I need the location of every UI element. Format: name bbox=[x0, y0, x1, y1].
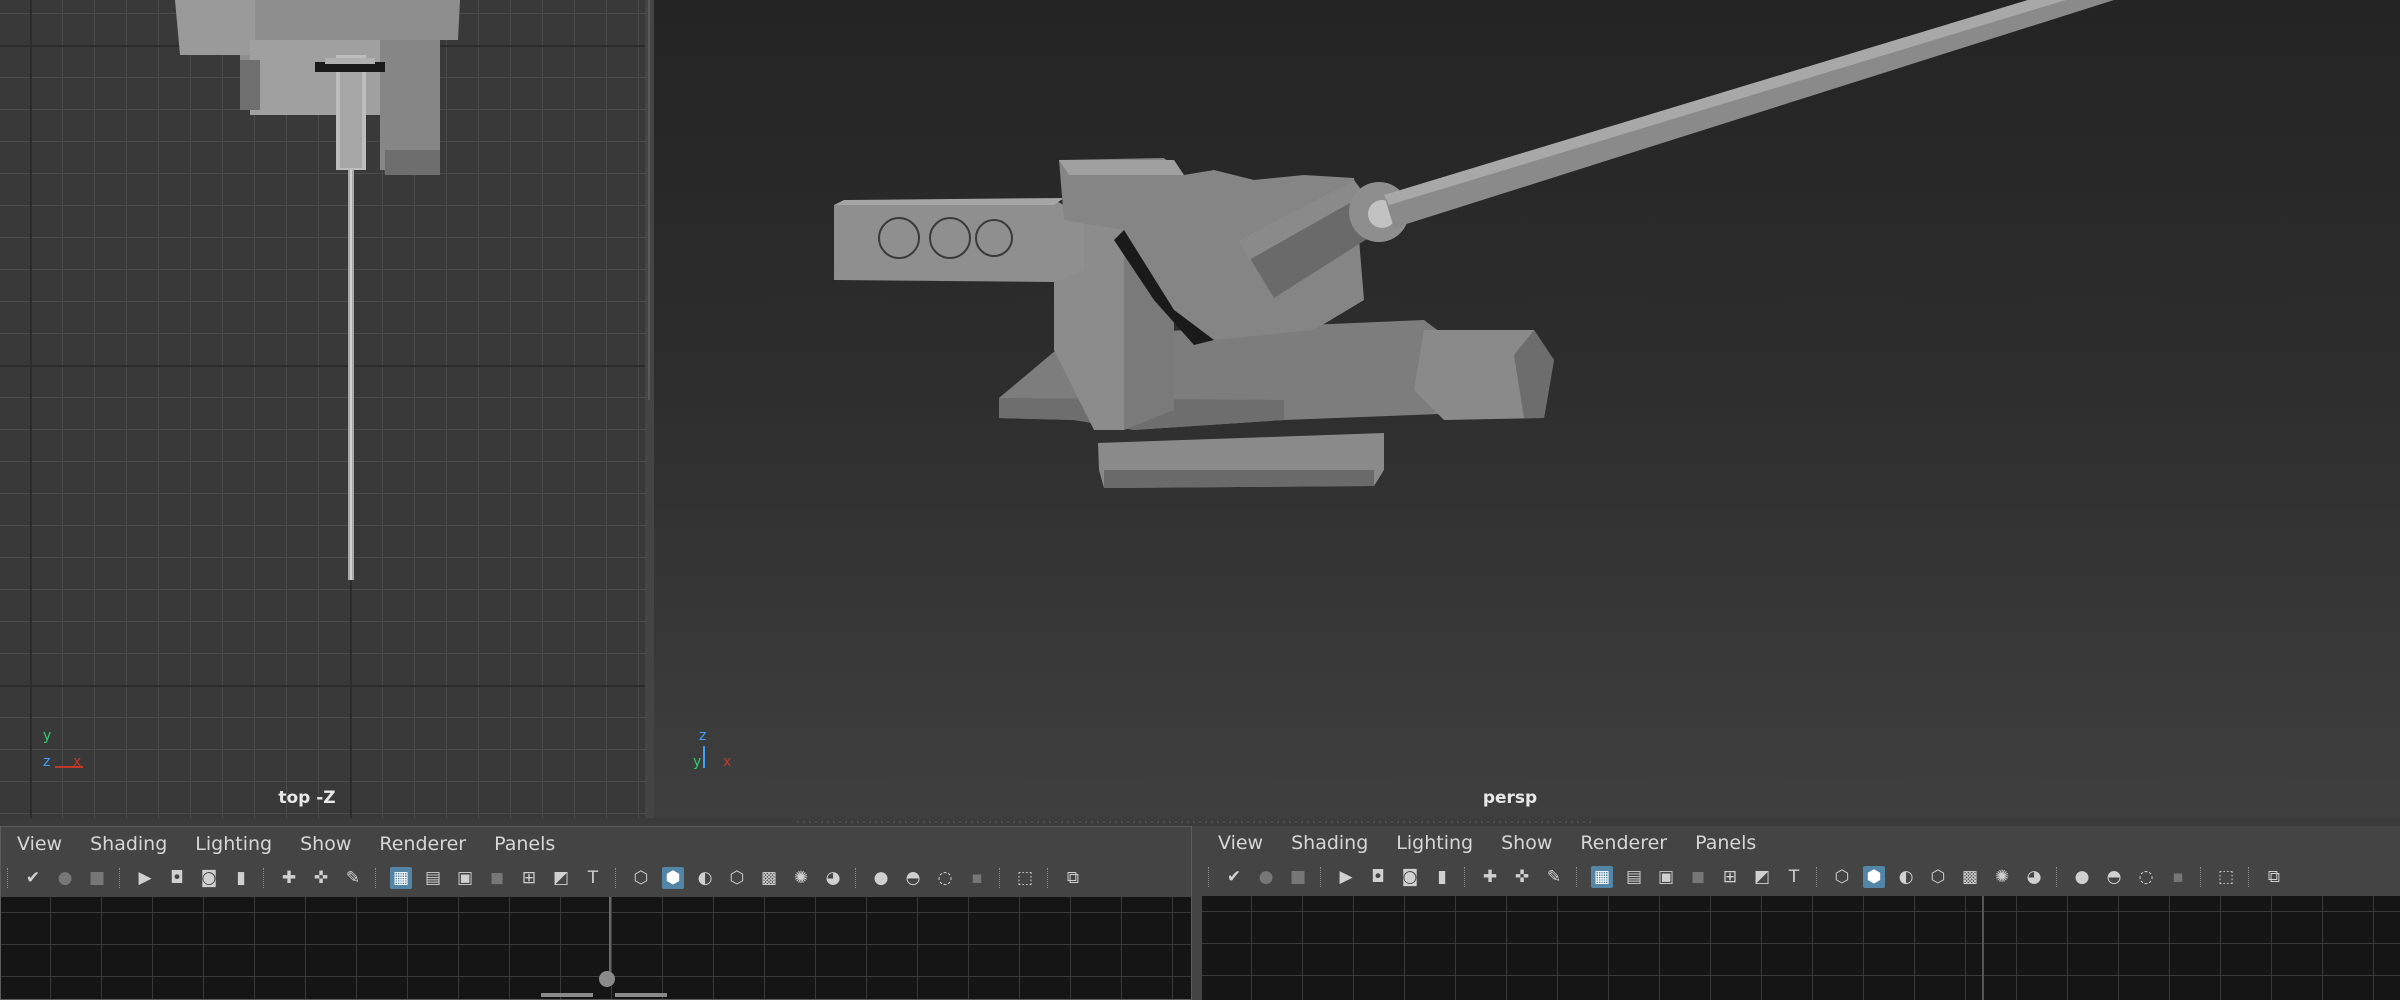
grid-icon[interactable]: ▦ bbox=[390, 867, 412, 889]
menu-panels[interactable]: Panels bbox=[1681, 832, 1770, 854]
menu-panels[interactable]: Panels bbox=[480, 833, 569, 855]
motion-blur-icon[interactable]: ● bbox=[2071, 866, 2093, 888]
gate-mask-icon[interactable]: ◼ bbox=[486, 867, 508, 889]
camera-label: persp bbox=[1482, 788, 1538, 808]
screen-space-ao-icon[interactable]: ◕ bbox=[822, 867, 844, 889]
image-plane-icon[interactable]: ▶ bbox=[1335, 866, 1357, 888]
persp-viewport[interactable]: z y x persp bbox=[654, 0, 2400, 818]
camera-attributes-icon[interactable]: ● bbox=[1255, 866, 1277, 888]
top-view-model bbox=[175, 0, 460, 580]
light-icon[interactable]: ✺ bbox=[790, 867, 812, 889]
safe-action-icon[interactable]: ◩ bbox=[550, 867, 572, 889]
paint-tool-icon[interactable]: ✎ bbox=[342, 867, 364, 889]
textured-icon[interactable]: ⬡ bbox=[726, 867, 748, 889]
field-chart-icon[interactable]: ⊞ bbox=[518, 867, 540, 889]
camera-select-icon[interactable]: ⬚ bbox=[1014, 867, 1036, 889]
panel-toolbar: ✔ ● ■ ▶ ◘ ◙ ▮ ✚ ✜ ✎ ▦ ▤ ▣ ◼ ⊞ ◩ T ⬡ ⬢ ◐ … bbox=[1, 861, 1191, 895]
xray-icon[interactable]: ▪ bbox=[2167, 866, 2189, 888]
panel-menubar: View Shading Lighting Show Renderer Pane… bbox=[1202, 826, 2400, 860]
model-panel-left: View Shading Lighting Show Renderer Pane… bbox=[0, 826, 1192, 1000]
panel-menubar: View Shading Lighting Show Renderer Pane… bbox=[1, 827, 1191, 861]
panel-viewport[interactable] bbox=[1202, 896, 2400, 1000]
wireframe-icon[interactable]: ⬡ bbox=[1831, 866, 1853, 888]
menu-shading[interactable]: Shading bbox=[76, 833, 181, 855]
bookmarks-icon[interactable]: ■ bbox=[86, 867, 108, 889]
film-gate-icon[interactable]: ▤ bbox=[1623, 866, 1645, 888]
xray-joints-icon[interactable]: ⧉ bbox=[1062, 867, 1084, 889]
safe-action-icon[interactable]: ◩ bbox=[1751, 866, 1773, 888]
panel-splitter[interactable] bbox=[0, 818, 2400, 826]
safe-title-icon[interactable]: T bbox=[1783, 866, 1805, 888]
axis-label-y: y bbox=[43, 728, 52, 744]
xray-icon[interactable]: ▪ bbox=[966, 867, 988, 889]
2d-pan-zoom-icon[interactable]: ◘ bbox=[1367, 866, 1389, 888]
move-tool-icon[interactable]: ✚ bbox=[278, 867, 300, 889]
menu-renderer[interactable]: Renderer bbox=[1566, 832, 1681, 854]
bookmark-icon[interactable]: ▮ bbox=[230, 867, 252, 889]
smooth-shade-icon[interactable]: ⬢ bbox=[662, 867, 684, 889]
menu-view[interactable]: View bbox=[1202, 832, 1277, 854]
bookmark-icon[interactable]: ▮ bbox=[1431, 866, 1453, 888]
axis-label-x: x bbox=[723, 754, 732, 770]
select-camera-icon[interactable]: ✔ bbox=[22, 867, 44, 889]
isolate-select-icon[interactable]: ◌ bbox=[934, 867, 956, 889]
camera-label: top -Z bbox=[278, 788, 336, 808]
image-plane-icon[interactable]: ▶ bbox=[134, 867, 156, 889]
rotate-tool-icon[interactable]: ✜ bbox=[310, 867, 332, 889]
default-lighting-icon[interactable]: ◐ bbox=[694, 867, 716, 889]
camera-select-icon[interactable]: ⬚ bbox=[2215, 866, 2237, 888]
menu-view[interactable]: View bbox=[1, 833, 76, 855]
axis-label-z: z bbox=[699, 728, 707, 744]
menu-lighting[interactable]: Lighting bbox=[1382, 832, 1487, 854]
motion-blur-icon[interactable]: ● bbox=[870, 867, 892, 889]
axis-label-z: z bbox=[43, 754, 51, 770]
shadows-icon[interactable]: ▩ bbox=[1959, 866, 1981, 888]
model-panel-right: View Shading Lighting Show Renderer Pane… bbox=[1202, 826, 2400, 1000]
default-lighting-icon[interactable]: ◐ bbox=[1895, 866, 1917, 888]
bookmarks-icon[interactable]: ■ bbox=[1287, 866, 1309, 888]
viewport-divider[interactable] bbox=[645, 0, 654, 818]
grease-pencil-icon[interactable]: ◙ bbox=[198, 867, 220, 889]
film-gate-icon[interactable]: ▤ bbox=[422, 867, 444, 889]
select-camera-icon[interactable]: ✔ bbox=[1223, 866, 1245, 888]
panel-viewport[interactable] bbox=[1, 897, 1191, 999]
camera-attributes-icon[interactable]: ● bbox=[54, 867, 76, 889]
resolution-gate-icon[interactable]: ▣ bbox=[454, 867, 476, 889]
textured-icon[interactable]: ⬡ bbox=[1927, 866, 1949, 888]
persp-view-model bbox=[834, 0, 2114, 488]
menu-show[interactable]: Show bbox=[1487, 832, 1566, 854]
rotate-tool-icon[interactable]: ✜ bbox=[1511, 866, 1533, 888]
screen-space-ao-icon[interactable]: ◕ bbox=[2023, 866, 2045, 888]
field-chart-icon[interactable]: ⊞ bbox=[1719, 866, 1741, 888]
axis-label-y: y bbox=[693, 754, 702, 770]
isolate-select-icon[interactable]: ◌ bbox=[2135, 866, 2157, 888]
2d-pan-zoom-icon[interactable]: ◘ bbox=[166, 867, 188, 889]
menu-renderer[interactable]: Renderer bbox=[365, 833, 480, 855]
move-tool-icon[interactable]: ✚ bbox=[1479, 866, 1501, 888]
xray-joints-icon[interactable]: ⧉ bbox=[2263, 866, 2285, 888]
resolution-gate-icon[interactable]: ▣ bbox=[1655, 866, 1677, 888]
menu-show[interactable]: Show bbox=[286, 833, 365, 855]
grease-pencil-icon[interactable]: ◙ bbox=[1399, 866, 1421, 888]
safe-title-icon[interactable]: T bbox=[582, 867, 604, 889]
paint-tool-icon[interactable]: ✎ bbox=[1543, 866, 1565, 888]
panel-toolbar: ✔ ● ■ ▶ ◘ ◙ ▮ ✚ ✜ ✎ ▦ ▤ ▣ ◼ ⊞ ◩ T ⬡ ⬢ ◐ … bbox=[1202, 860, 2400, 894]
anti-alias-icon[interactable]: ◓ bbox=[2103, 866, 2125, 888]
menu-shading[interactable]: Shading bbox=[1277, 832, 1382, 854]
light-icon[interactable]: ✺ bbox=[1991, 866, 2013, 888]
anti-alias-icon[interactable]: ◓ bbox=[902, 867, 924, 889]
top-viewport[interactable]: y z x top -Z bbox=[0, 0, 645, 818]
shadows-icon[interactable]: ▩ bbox=[758, 867, 780, 889]
grid-icon[interactable]: ▦ bbox=[1591, 866, 1613, 888]
menu-lighting[interactable]: Lighting bbox=[181, 833, 286, 855]
smooth-shade-icon[interactable]: ⬢ bbox=[1863, 866, 1885, 888]
wireframe-icon[interactable]: ⬡ bbox=[630, 867, 652, 889]
gate-mask-icon[interactable]: ◼ bbox=[1687, 866, 1709, 888]
